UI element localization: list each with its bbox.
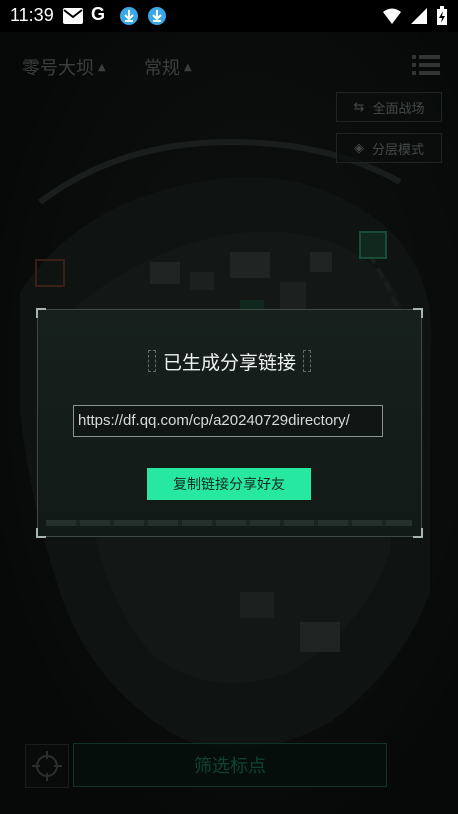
dialog-stripe: [46, 520, 412, 526]
dialog-corner: [413, 528, 423, 538]
dialog-corner: [413, 308, 423, 318]
download-icon: [148, 7, 166, 25]
share-url-field[interactable]: https://df.qq.com/cp/a20240729directory/: [73, 405, 383, 437]
share-link-dialog: 已生成分享链接 https://df.qq.com/cp/a20240729di…: [36, 308, 423, 538]
battery-icon: [437, 6, 447, 25]
google-icon: G: [91, 4, 106, 24]
copy-link-button[interactable]: 复制链接分享好友: [147, 468, 311, 500]
status-time: 11:39: [10, 5, 54, 25]
mail-icon: [63, 8, 83, 24]
dialog-corner: [36, 308, 46, 318]
download-icon: [120, 7, 138, 25]
dialog-title: 已生成分享链接: [162, 352, 296, 374]
signal-icon: [411, 8, 427, 24]
status-bar: 11:39 G: [0, 0, 458, 32]
dialog-corner: [36, 528, 46, 538]
wifi-icon: [383, 8, 401, 24]
